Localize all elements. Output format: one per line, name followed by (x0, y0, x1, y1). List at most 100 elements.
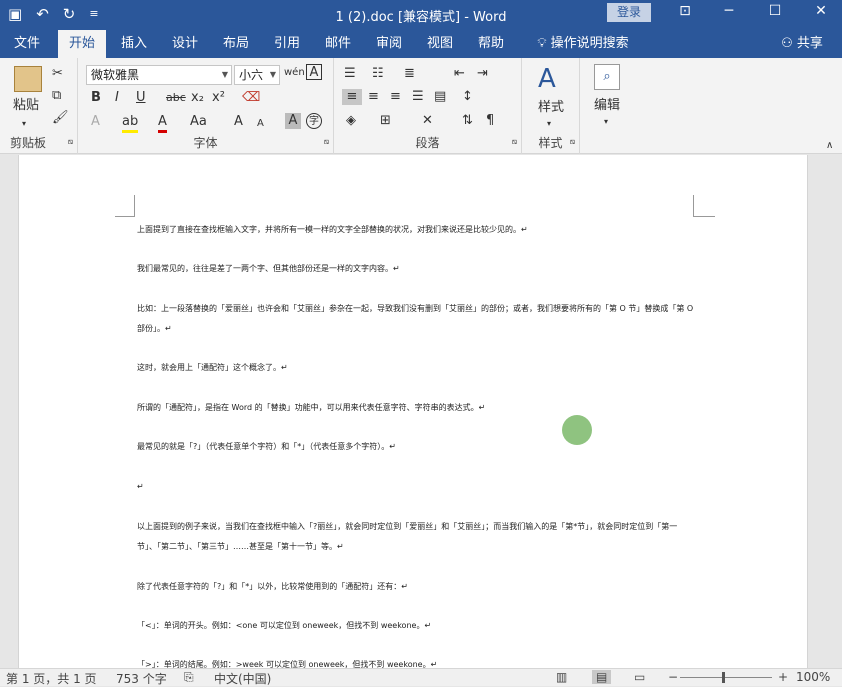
sort-icon[interactable]: ⇅ (462, 113, 473, 129)
paragraph: 除了代表任意字符的「?」和「*」以外，比较常使用到的「通配符」还有：↵ (137, 582, 408, 591)
distributed-icon[interactable]: ▤ (434, 89, 446, 105)
print-layout-icon[interactable]: ▤ (592, 670, 612, 684)
strikethrough-button[interactable]: abc (166, 90, 186, 106)
font-size-select[interactable]: 小六 ▼ (234, 65, 280, 85)
paragraph: ↵ (137, 482, 144, 491)
paragraph: 「<」：单词的开头。例如：<one 可以定位到 oneweek，但找不到 wee… (137, 621, 432, 630)
cut-icon[interactable]: ✂ (52, 66, 63, 82)
clipboard-launcher-icon[interactable]: ⧅ (68, 134, 73, 150)
chinese-layout-icon[interactable]: ✕ (422, 113, 433, 129)
text-effects-icon[interactable]: A (91, 114, 100, 130)
tab-design[interactable]: 设计 (161, 30, 209, 58)
char-border-icon[interactable]: A (306, 64, 322, 80)
increase-indent-icon[interactable]: ⇥ (477, 66, 488, 82)
styles-button[interactable]: 样式 (538, 100, 564, 116)
page-count[interactable]: 第 1 页，共 1 页 (6, 670, 97, 687)
zoom-out-icon[interactable]: − (668, 670, 678, 684)
title-bar: ▣ ↶ ↻ ≡ 1 (2).doc [兼容模式] - Word 登录 ⊡ ─ ☐… (0, 0, 842, 30)
paragraph: 这时，就会用上「通配符」这个概念了。↵ (137, 363, 288, 372)
bullets-icon[interactable]: ☰ (344, 66, 356, 82)
line-spacing-icon[interactable]: ↕ (462, 89, 473, 105)
paragraph-launcher-icon[interactable]: ⧅ (512, 134, 517, 150)
login-button[interactable]: 登录 (607, 3, 651, 22)
proofing-icon[interactable]: ⎘ (184, 670, 194, 685)
multilevel-list-icon[interactable]: ≣ (404, 66, 415, 82)
tab-help[interactable]: 帮助 (467, 30, 515, 58)
phonetic-guide-icon[interactable]: wén (284, 65, 305, 81)
tab-home[interactable]: 开始 (58, 30, 106, 58)
tell-me-label: 操作说明搜索 (550, 36, 629, 51)
zoom-in-icon[interactable]: + (778, 670, 788, 684)
char-shading-icon[interactable]: A (285, 113, 301, 129)
underline-button[interactable]: U (136, 90, 146, 106)
clear-format-icon[interactable]: ⌫ (242, 90, 260, 106)
clipboard-group: 粘贴 ▾ ✂ ⧉ 🖌︎ 剪贴板 ⧅ (0, 58, 78, 154)
font-launcher-icon[interactable]: ⧅ (324, 134, 329, 150)
numbering-icon[interactable]: ☷ (372, 66, 384, 82)
font-label: 字体 (193, 136, 218, 150)
tab-references[interactable]: 引用 (263, 30, 311, 58)
paste-icon[interactable] (14, 66, 42, 92)
paragraph: 上面提到了直接在查找框输入文字，并将所有一模一样的文字全部替换的状况，对我们来说… (137, 225, 528, 234)
share-button[interactable]: ⚇ 共享 (774, 30, 830, 58)
crop-mark (693, 195, 715, 217)
read-mode-icon[interactable]: ▥ (556, 670, 567, 684)
maximize-icon[interactable]: ☐ (752, 3, 798, 19)
word-count[interactable]: 753 个字 (116, 670, 167, 687)
tab-layout[interactable]: 布局 (212, 30, 260, 58)
search-icon[interactable]: ⌕ (594, 64, 620, 90)
person-icon: ⚇ (781, 36, 793, 51)
shrink-font-button[interactable]: A (257, 116, 264, 132)
justify-icon[interactable]: ☰ (412, 89, 424, 105)
share-label: 共享 (796, 36, 823, 51)
collapse-ribbon-icon[interactable]: ∧ (826, 138, 833, 154)
chevron-down-icon[interactable]: ▾ (604, 114, 608, 130)
close-icon[interactable]: ✕ (798, 3, 842, 19)
copy-icon[interactable]: ⧉ (52, 88, 61, 104)
subscript-button[interactable]: x₂ (191, 90, 204, 106)
tab-mailings[interactable]: 邮件 (314, 30, 362, 58)
superscript-button[interactable]: x² (212, 90, 225, 106)
status-bar: 第 1 页，共 1 页 753 个字 ⎘ 中文(中国) ▥ ▤ ▭ − + 10… (0, 668, 842, 686)
clipboard-label: 剪贴板 (10, 136, 47, 150)
styles-group: A 样式 ▾ 样式 ⧅ (522, 58, 580, 154)
tab-file[interactable]: 文件 (0, 30, 54, 58)
ribbon-display-icon[interactable]: ⊡ (662, 3, 708, 19)
editing-button[interactable]: 编辑 (594, 98, 620, 114)
chevron-down-icon[interactable]: ▾ (547, 116, 551, 132)
styles-icon[interactable]: A (538, 64, 556, 94)
font-family-select[interactable]: 微软雅黑 ▼ (86, 65, 232, 85)
enclose-char-icon[interactable]: 字 (306, 113, 322, 129)
change-case-button[interactable]: Aa (190, 114, 207, 130)
tab-review[interactable]: 审阅 (365, 30, 413, 58)
show-marks-icon[interactable]: ¶ (486, 113, 494, 129)
paste-dropdown-icon[interactable]: ▾ (22, 116, 26, 132)
lightbulb-icon: 💡︎ (537, 36, 547, 51)
highlight-icon[interactable]: ab (122, 114, 139, 133)
zoom-slider[interactable] (680, 677, 772, 678)
vertical-scrollbar[interactable] (810, 155, 842, 668)
styles-launcher-icon[interactable]: ⧅ (570, 134, 575, 150)
language-indicator[interactable]: 中文(中国) (214, 670, 271, 687)
bold-button[interactable]: B (91, 90, 101, 106)
format-painter-icon[interactable]: 🖌︎ (52, 110, 69, 126)
align-right-icon[interactable]: ≡ (390, 89, 401, 105)
align-left-icon[interactable]: ≡ (342, 89, 362, 105)
borders-icon[interactable]: ⊞ (380, 113, 391, 129)
grow-font-button[interactable]: A (234, 114, 243, 130)
web-layout-icon[interactable]: ▭ (634, 670, 645, 684)
italic-button[interactable]: I (115, 90, 119, 106)
tab-view[interactable]: 视图 (416, 30, 464, 58)
paragraph: 比如：上一段落替换的「爱丽丝」也许会和「艾丽丝」参杂在一起，导致我们没有删到「艾… (137, 304, 694, 333)
decrease-indent-icon[interactable]: ⇤ (454, 66, 465, 82)
shading-icon[interactable]: ◈ (346, 113, 356, 129)
tab-insert[interactable]: 插入 (110, 30, 158, 58)
zoom-level[interactable]: 100% (796, 670, 830, 684)
zoom-slider-thumb[interactable] (722, 672, 725, 683)
font-size-value: 小六 (239, 68, 264, 82)
paste-button-label[interactable]: 粘贴 (13, 98, 39, 114)
tell-me-search[interactable]: 💡︎ 操作说明搜索 (528, 30, 638, 58)
align-center-icon[interactable]: ≡ (368, 89, 379, 105)
minimize-icon[interactable]: ─ (706, 3, 752, 19)
font-color-icon[interactable]: A (158, 114, 167, 133)
